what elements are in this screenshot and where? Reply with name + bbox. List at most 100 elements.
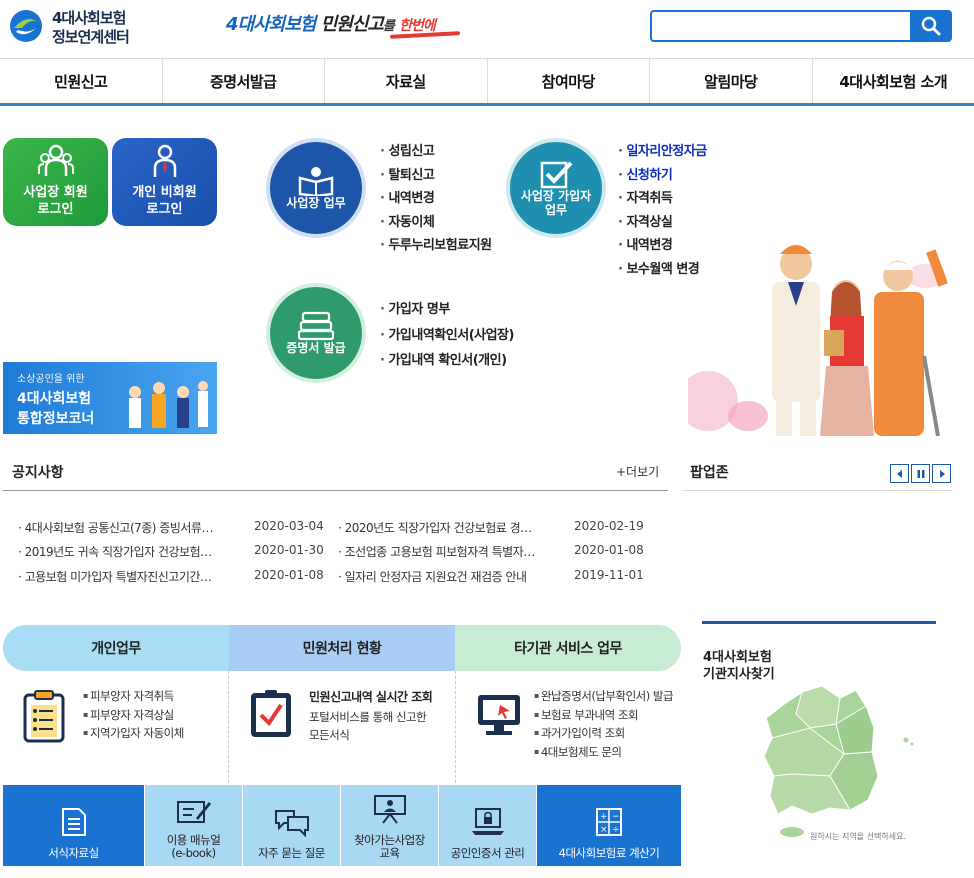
speech-bubbles-icon	[274, 810, 309, 837]
link-job-stability-fund[interactable]: 일자리안정자금	[618, 140, 707, 164]
link-qualification-loss[interactable]: 자격상실	[618, 211, 707, 235]
popup-prev-button[interactable]	[890, 464, 909, 483]
search-button[interactable]	[910, 10, 952, 42]
laptop-lock-icon	[471, 808, 504, 835]
notice-item[interactable]: · 2020년도 직장가입자 건강보험료 경…	[338, 519, 532, 536]
document-icon	[61, 808, 86, 836]
svg-text:×: ×	[600, 825, 607, 835]
quick-label-sub: 교육	[379, 846, 400, 860]
realtime-status-title[interactable]: 민원신고내역 실시간 조회	[309, 688, 433, 705]
map-caption: 원하시는 지역을 선택하세요.	[810, 832, 906, 841]
notice-more-link[interactable]: +더보기	[616, 463, 659, 480]
slogan: 4대사회보험 민원신고를 한번에	[226, 10, 436, 36]
logo-line1: 4대사회보험	[52, 9, 126, 27]
main-nav: 민원신고 증명서발급 자료실 참여마당 알림마당 4대사회보험 소개	[0, 58, 974, 106]
workers-illustration	[688, 245, 948, 436]
notice-item-text: 일자리 안정자금 지원요건 재검증 안내	[344, 570, 527, 584]
tab-complaint-status[interactable]: 민원처리 현황	[229, 625, 455, 671]
quick-forms-library[interactable]: 서식자료실	[3, 785, 145, 866]
clipboard-list-icon	[23, 690, 65, 743]
quick-onsite-education[interactable]: 찾아가는사업장 교육	[341, 785, 439, 866]
link-dependent-acquire[interactable]: 피부양자 자격취득	[83, 688, 184, 707]
quick-certificate-manage[interactable]: 공인인증서 관리	[439, 785, 537, 866]
link-enrollment-cert-personal[interactable]: 가입내역 확인서(개인)	[380, 349, 514, 375]
popup-next-button[interactable]	[932, 464, 951, 483]
checkbox-icon	[540, 161, 573, 189]
link-durunuri-support[interactable]: 두루누리보험료지원	[380, 234, 492, 258]
person-icon	[153, 144, 176, 177]
link-insurance-inquiry[interactable]: 4대보험제도 문의	[534, 744, 673, 763]
biz-member-login-button[interactable]: 사업장 회원 로그인	[3, 138, 108, 226]
search-input[interactable]	[650, 10, 912, 42]
notice-date: 2020-01-08	[574, 543, 644, 557]
nav-item-certificate[interactable]: 증명서발급	[163, 59, 325, 103]
slogan-part3: 를	[382, 19, 395, 34]
notice-item[interactable]: · 2019년도 귀속 직장가입자 건강보험…	[18, 543, 212, 560]
group-people-icon	[37, 144, 74, 176]
nav-item-library[interactable]: 자료실	[325, 59, 488, 103]
link-withdraw-report[interactable]: 탈퇴신고	[380, 164, 492, 188]
korea-map[interactable]	[740, 684, 920, 839]
popup-zone-title: 팝업존	[690, 465, 729, 481]
link-auto-transfer[interactable]: 자동이체	[380, 211, 492, 235]
link-regional-auto-transfer[interactable]: 지역가입자 자동이체	[83, 725, 184, 744]
person-login-line1: 개인 비회원	[132, 185, 197, 200]
search-icon	[921, 16, 941, 36]
popup-pause-button[interactable]	[911, 464, 930, 483]
small-business-banner[interactable]: 소상공인을 위한 4대사회보험 통합정보코너	[3, 362, 217, 434]
tab-personal-work[interactable]: 개인업무	[3, 625, 229, 671]
logo-icon[interactable]	[8, 8, 44, 44]
subscriber-work-circle-button[interactable]: 사업장 가입자 업무	[506, 138, 606, 238]
quick-faq[interactable]: 자주 묻는 질문	[243, 785, 341, 866]
biz-work-circle-button[interactable]: 사업장 업무	[266, 138, 366, 238]
quick-menu: 서식자료실 이용 매뉴얼 (e-book) 자주 묻는 질문 찾아가는사업장 교…	[3, 785, 681, 866]
link-past-enrollment[interactable]: 과거가입이력 조회	[534, 725, 673, 744]
notice-date: 2019-11-01	[574, 568, 644, 582]
nav-item-complaint[interactable]: 민원신고	[0, 59, 163, 103]
link-apply[interactable]: 신청하기	[618, 164, 707, 188]
notice-item[interactable]: · 일자리 안정자금 지원요건 재검증 안내	[338, 568, 527, 585]
realtime-status-desc-line1: 포털서비스를 통해 신고한	[309, 710, 427, 724]
nav-item-about[interactable]: 4대사회보험 소개	[813, 59, 974, 103]
notice-item[interactable]: · 4대사회보험 공통신고(7종) 증빙서류…	[18, 519, 213, 536]
slogan-part4: 한번에	[399, 18, 436, 34]
service-column-personal: 피부양자 자격취득 피부양자 자격상실 지역가입자 자동이체	[3, 671, 229, 783]
notice-item[interactable]: · 고용보험 미가입자 특별자진신고기간…	[18, 568, 212, 585]
link-details-change[interactable]: 내역변경	[380, 187, 492, 211]
pause-icon	[917, 469, 924, 478]
link-qualification-acquire[interactable]: 자격취득	[618, 187, 707, 211]
link-payment-certificate[interactable]: 완납증명서(납부확인서) 발급	[534, 688, 674, 707]
notice-date: 2020-01-08	[254, 568, 324, 582]
personal-work-list: 피부양자 자격취득 피부양자 자격상실 지역가입자 자동이체	[83, 688, 184, 744]
certificate-issue-circle-button[interactable]: 증명서 발급	[266, 283, 366, 383]
notice-item-text: 2019년도 귀속 직장가입자 건강보험…	[24, 545, 213, 559]
slogan-part1: 4대사회보험	[226, 14, 316, 35]
quick-label: 공인인증서 관리	[450, 846, 525, 860]
notice-item[interactable]: · 조선업종 고용보험 피보험자격 특별자…	[338, 543, 535, 560]
quick-user-manual[interactable]: 이용 매뉴얼 (e-book)	[145, 785, 243, 866]
link-dependent-loss[interactable]: 피부양자 자격상실	[83, 707, 184, 726]
quick-label: 서식자료실	[48, 846, 99, 860]
biz-work-link-list: 성립신고 탈퇴신고 내역변경 자동이체 두루누리보험료지원	[380, 140, 492, 258]
nav-item-notice[interactable]: 알림마당	[650, 59, 813, 103]
notice-date: 2020-01-30	[254, 543, 324, 557]
popup-divider	[682, 490, 953, 491]
presentation-board-icon	[373, 795, 406, 824]
header: 4대사회보험 정보연계센터 4대사회보험 민원신고를 한번에	[0, 0, 974, 58]
svg-text:−: −	[612, 812, 619, 822]
realtime-status-desc-line2: 모든서식	[309, 728, 350, 742]
link-premium-history[interactable]: 보험료 부과내역 조회	[534, 707, 673, 726]
checklist-icon	[251, 690, 291, 737]
subscriber-work-label-line2: 업무	[544, 203, 568, 217]
service-column-status: 민원신고내역 실시간 조회 포털서비스를 통해 신고한 모든서식	[229, 671, 456, 783]
link-enrollment-cert-business[interactable]: 가입내역확인서(사업장)	[380, 324, 514, 350]
link-subscriber-roster[interactable]: 가입자 명부	[380, 298, 514, 324]
tab-other-agency-service[interactable]: 타기관 서비스 업무	[455, 625, 681, 671]
document-stack-icon	[297, 311, 335, 341]
quick-premium-calculator[interactable]: + − × ÷ 4대사회보험료 계산기	[537, 785, 681, 866]
link-establish-report[interactable]: 성립신고	[380, 140, 492, 164]
person-nonmember-login-button[interactable]: 개인 비회원 로그인	[112, 138, 217, 226]
biz-work-label: 사업장 업무	[286, 196, 346, 210]
nav-item-participation[interactable]: 참여마당	[488, 59, 650, 103]
notice-item-text: 조선업종 고용보험 피보험자격 특별자…	[344, 545, 536, 559]
